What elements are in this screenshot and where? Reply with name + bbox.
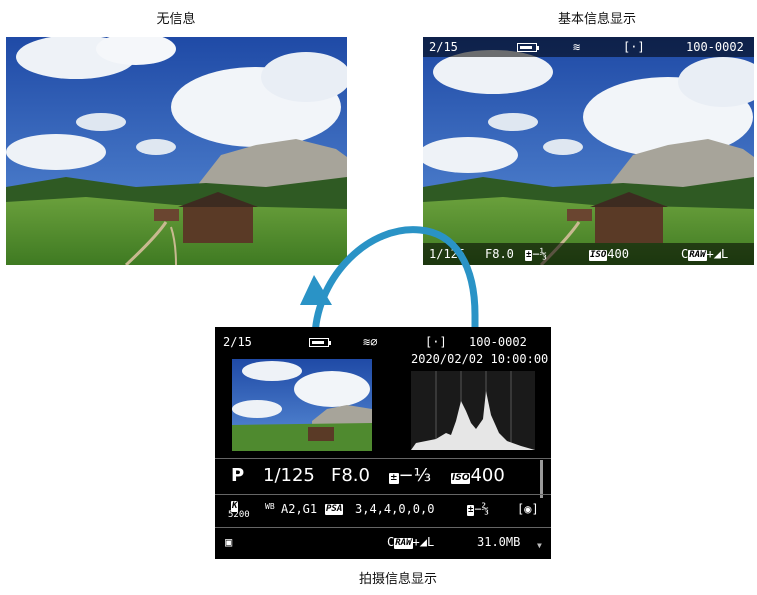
shooting-mode: P xyxy=(231,465,245,486)
frame-counter: 2/15 xyxy=(429,40,458,54)
caption-shooting-info: 拍摄信息显示 xyxy=(358,572,437,587)
iso: ISO400 xyxy=(589,247,629,261)
image-quality: CRAW+◢L xyxy=(387,535,435,549)
metering-icon: [◉] xyxy=(517,502,539,516)
iso: ISO400 xyxy=(451,465,505,486)
wb-shift: A2,G1 xyxy=(281,502,318,516)
picture-style-icon: PSA xyxy=(325,504,344,515)
exposure-comp: ±−⅓ xyxy=(389,465,432,486)
date-time: 2020/02/02 10:00:00 xyxy=(411,352,549,366)
battery-icon xyxy=(517,40,539,54)
af-frame-icon: [·] xyxy=(623,40,645,54)
exposure-comp-icon: ± xyxy=(389,473,399,484)
wb-shift-icon: WB xyxy=(265,502,275,511)
af-frame-icon: [·] xyxy=(425,335,447,349)
file-number: 100-0002 xyxy=(686,40,744,54)
picture-style: 3,4,4,0,0,0 xyxy=(355,502,435,516)
protect-icon: ▣ xyxy=(225,535,233,549)
file-size: 31.0MB xyxy=(477,535,521,549)
shooting-info-screen[interactable]: 2/15 ≋∅ [·] 100-0002 2020/02/02 10:00:00… xyxy=(215,327,551,559)
iso-label: ISO xyxy=(451,473,471,484)
flash-comp: ±−⅔ xyxy=(467,502,489,516)
caption-basic-info: 基本信息显示 xyxy=(557,12,636,27)
frame-counter: 2/15 xyxy=(223,335,252,349)
battery-icon xyxy=(309,335,331,349)
info-top-bar: 2/15 ≋ [·] 100-0002 xyxy=(423,37,754,57)
raw-badge: RAW xyxy=(688,250,707,261)
shutter-speed: 1/125 xyxy=(263,465,315,486)
file-number: 100-0002 xyxy=(469,335,527,349)
wifi-icon: ≋ xyxy=(573,40,581,54)
wifi-icon: ≋∅ xyxy=(363,335,378,349)
thumbnail-image xyxy=(232,359,372,451)
scroll-down-icon[interactable]: ▼ xyxy=(537,541,542,550)
scrollbar[interactable] xyxy=(540,460,543,498)
aperture: F8.0 xyxy=(331,465,370,486)
white-balance-kelvin: 5200 xyxy=(228,510,250,520)
raw-badge: RAW xyxy=(394,538,413,549)
iso-label: ISO xyxy=(589,250,608,261)
exposure-comp: ±−⅓ xyxy=(525,247,547,261)
caption-no-info: 无信息 xyxy=(156,12,196,27)
histogram xyxy=(411,371,535,450)
image-quality: CRAW+◢L xyxy=(681,247,729,261)
